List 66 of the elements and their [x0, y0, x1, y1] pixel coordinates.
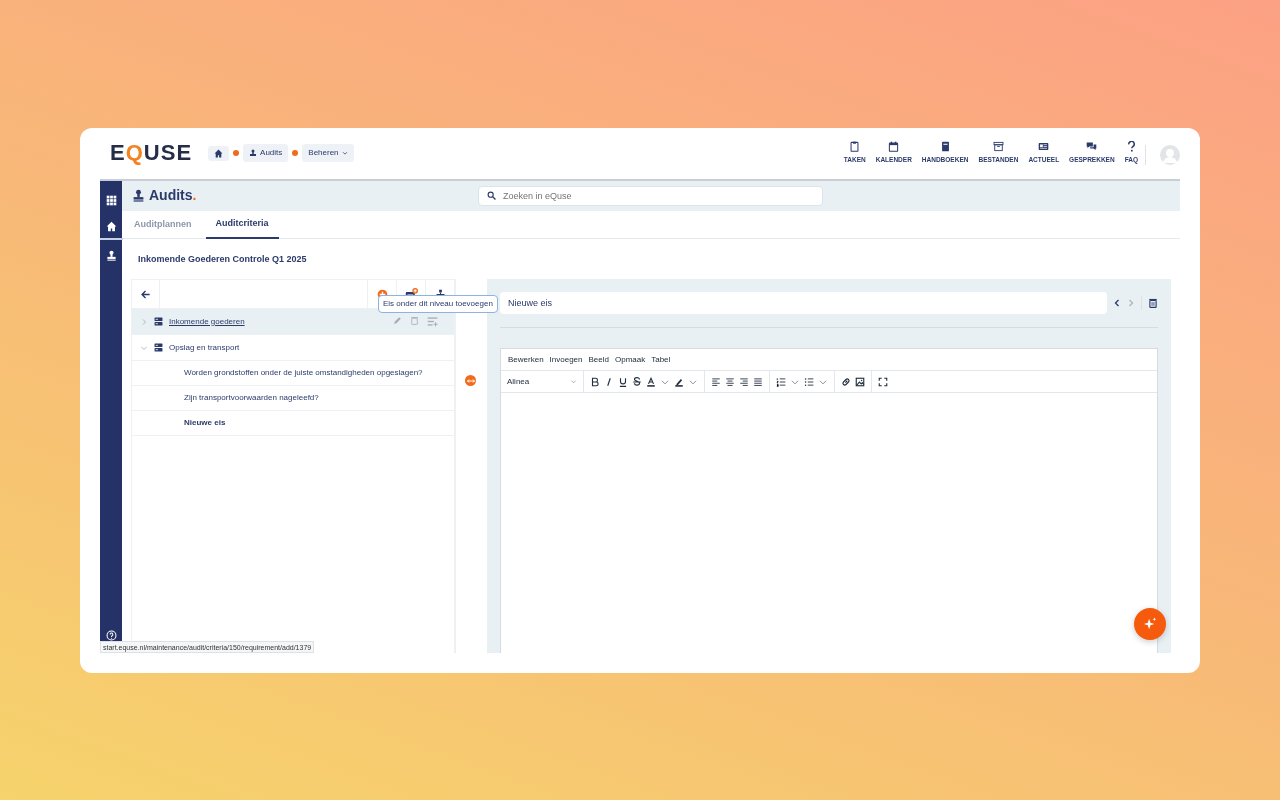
grid-icon — [105, 194, 117, 206]
menu-item[interactable]: Opmaak — [612, 353, 648, 366]
arrow-left-icon — [140, 288, 151, 300]
question-icon — [1125, 141, 1137, 153]
tooltip: Eis onder dit niveau toevoegen — [378, 295, 498, 313]
caret-icon — [341, 150, 348, 156]
bullet-list-icon[interactable] — [804, 376, 814, 387]
server-icon — [154, 343, 163, 352]
trash-icon[interactable] — [1148, 298, 1158, 308]
clipboard-icon — [849, 141, 861, 153]
breadcrumb-link[interactable]: Audits — [243, 144, 289, 162]
underline-icon[interactable] — [618, 376, 628, 387]
stamp-icon — [105, 249, 117, 261]
tree-row[interactable]: Zijn transportvoorwaarden nageleefd? — [132, 386, 454, 411]
server-icon — [154, 317, 163, 326]
calendar-icon — [888, 141, 900, 153]
section-heading: Inkomende Goederen Controle Q1 2025 — [137, 252, 308, 266]
menu-item[interactable]: Bewerken — [506, 353, 546, 366]
book-icon — [939, 141, 951, 153]
newspaper-icon — [1038, 141, 1050, 153]
tree-label: Opslag en transport — [169, 341, 241, 354]
align-justify-icon[interactable] — [753, 376, 763, 387]
home-icon — [105, 221, 117, 233]
highlighter-icon[interactable] — [674, 376, 684, 387]
sidebar-item[interactable] — [99, 219, 123, 240]
tree-row[interactable]: Worden grondstoffen onder de juiste omstandigheden opgeslagen? — [132, 361, 454, 386]
tree-row[interactable]: Nieuwe eis — [132, 411, 454, 436]
search-icon — [487, 190, 496, 200]
tree-row[interactable]: Opslag en transport — [132, 335, 454, 361]
home-icon — [214, 148, 224, 158]
align-right-icon[interactable] — [739, 376, 749, 387]
menu-item[interactable]: Tabel — [649, 353, 673, 366]
tab[interactable]: Auditcriteria — [205, 210, 279, 239]
separator-dot — [292, 150, 299, 156]
caret-icon — [570, 378, 577, 385]
sparkle-icon — [1143, 616, 1157, 631]
rich-text-editor[interactable]: Bewerken Invoegen Beeld Opmaak Tabel Alinea — [500, 348, 1158, 653]
chat-icon — [1086, 141, 1098, 153]
format-dropdown[interactable]: Alinea — [507, 375, 577, 388]
align-center-icon[interactable] — [725, 376, 735, 387]
align-left-icon[interactable] — [711, 376, 721, 387]
archive-icon — [992, 141, 1004, 153]
tree-label: Inkomende goederen — [169, 315, 246, 328]
page-title: Audits. — [149, 186, 197, 205]
resize-icon — [466, 376, 475, 385]
chevron-left-icon[interactable] — [1113, 299, 1121, 307]
italic-icon[interactable] — [604, 376, 614, 387]
search-field[interactable]: Zoeken in eQuse — [478, 185, 823, 206]
fullscreen-icon[interactable] — [878, 376, 888, 387]
numbered-list-icon[interactable] — [776, 376, 786, 387]
stamp-icon — [249, 149, 258, 157]
resize-handle[interactable] — [465, 375, 476, 387]
image-icon[interactable] — [855, 376, 865, 387]
separator-dot — [233, 150, 240, 156]
help-icon[interactable] — [105, 629, 117, 641]
link-icon[interactable] — [841, 376, 851, 387]
text-color-icon[interactable] — [646, 376, 656, 387]
strikethrough-icon[interactable] — [632, 376, 642, 387]
home-button[interactable] — [208, 145, 230, 161]
breadcrumb-dropdown[interactable]: Beheren — [302, 144, 354, 162]
title-field[interactable]: Nieuwe eis — [500, 292, 1107, 314]
stamp-icon — [132, 189, 145, 202]
menu-item[interactable]: Beeld — [586, 353, 611, 366]
bold-icon[interactable] — [590, 376, 600, 387]
menu-item[interactable]: Invoegen — [547, 353, 585, 366]
logo[interactable]: EQUSE — [110, 142, 193, 164]
